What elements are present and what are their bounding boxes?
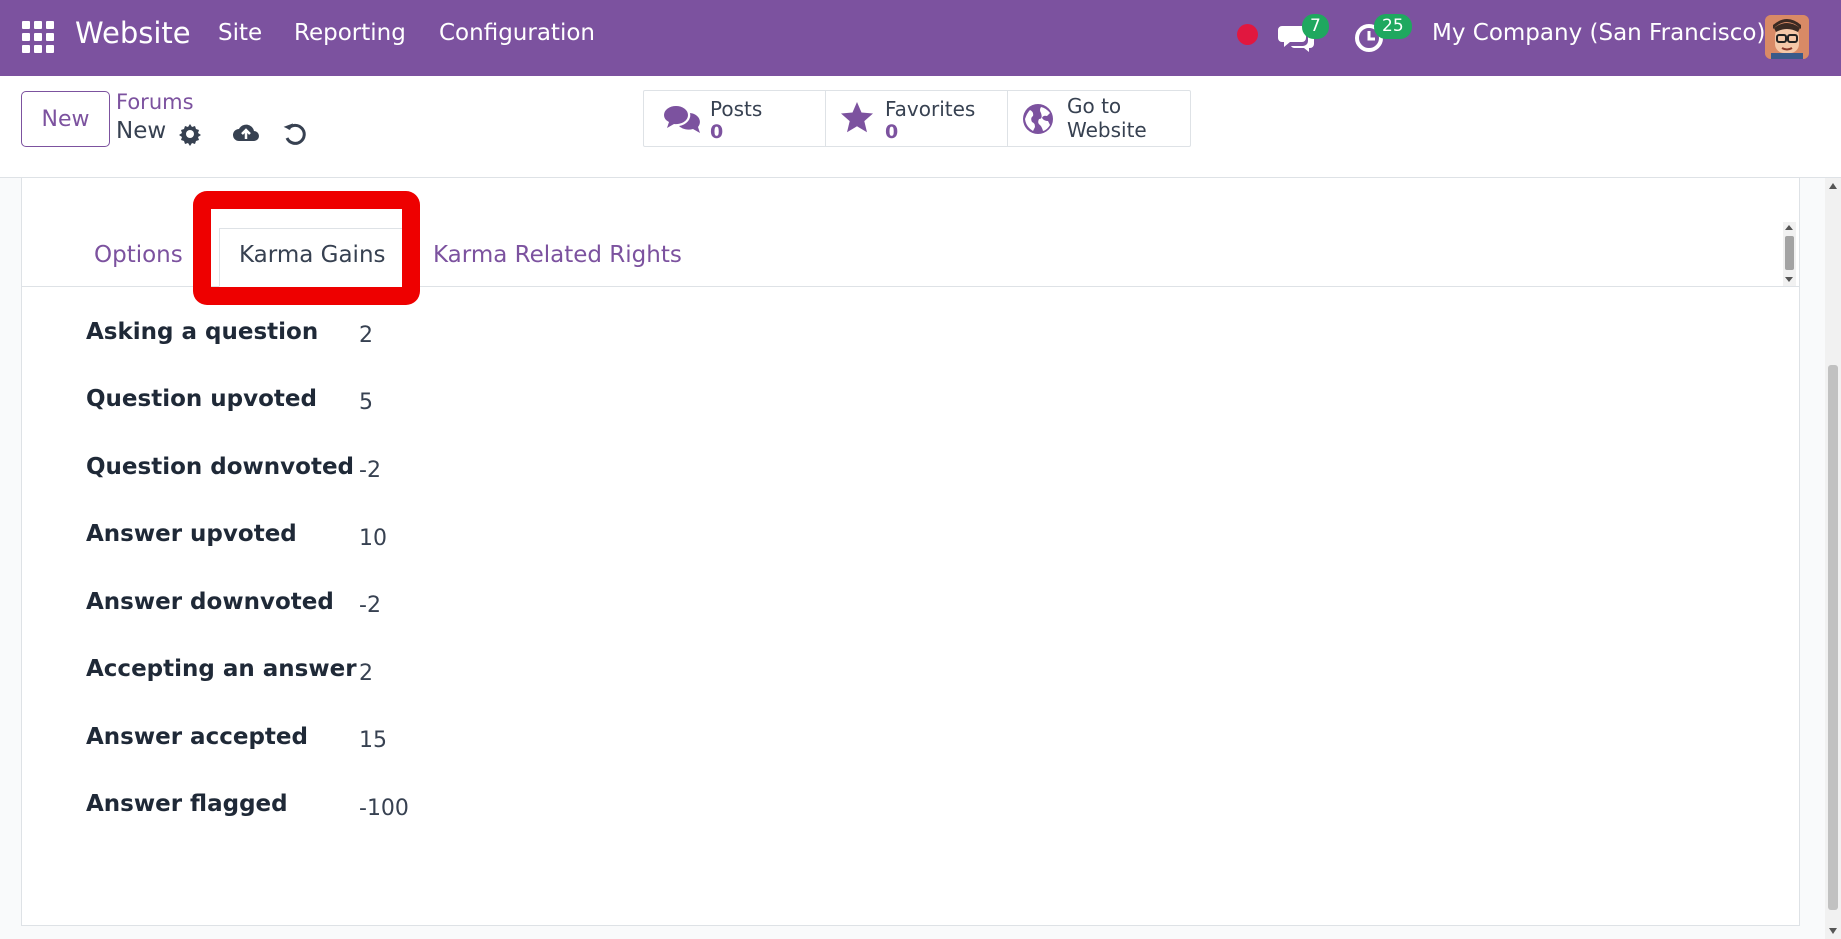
control-panel: New Forums New Posts 0 Favorites 0 Go to… [0,76,1841,178]
activities-badge: 25 [1374,14,1412,39]
tabs-scrollbar-thumb[interactable] [1785,236,1794,270]
field-value-accepting-answer[interactable]: 2 [359,661,373,686]
field-value-asking-question[interactable]: 2 [359,323,373,348]
favorites-label: Favorites [885,97,976,121]
app-name[interactable]: Website [75,16,191,50]
go-to-label: Go to [1067,94,1122,118]
favorites-smart-button[interactable]: Favorites 0 [826,91,1008,146]
field-label-answer-accepted: Answer accepted [86,724,308,750]
field-label-question-upvoted: Question upvoted [86,386,317,412]
field-label-answer-downvoted: Answer downvoted [86,589,334,615]
field-label-question-downvoted: Question downvoted [86,454,355,480]
top-navbar: Website Site Reporting Configuration 7 2… [0,0,1841,76]
globe-icon [1021,102,1055,140]
breadcrumb-forums[interactable]: Forums [116,90,194,114]
scroll-down-arrow-icon[interactable] [1785,277,1793,282]
field-value-answer-upvoted[interactable]: 10 [359,526,387,551]
company-switcher[interactable]: My Company (San Francisco) [1432,20,1765,46]
menu-configuration[interactable]: Configuration [439,20,595,46]
page-scrollbar[interactable] [1825,178,1841,939]
smart-buttons: Posts 0 Favorites 0 Go to Website [643,90,1191,147]
favorites-count: 0 [885,121,899,143]
form-sheet: Options Karma Gains Karma Related Rights… [21,178,1800,926]
new-button[interactable]: New [21,91,110,147]
website-label: Website [1067,118,1147,142]
field-label-accepting-answer: Accepting an answer [86,656,357,682]
menu-reporting[interactable]: Reporting [294,20,406,46]
breadcrumb-current: New [116,118,167,144]
scroll-up-arrow-icon[interactable] [1785,225,1793,230]
posts-count: 0 [710,121,724,143]
tab-karma-gains[interactable]: Karma Gains [239,242,386,268]
posts-label: Posts [710,97,763,121]
field-value-answer-accepted[interactable]: 15 [359,728,387,753]
go-to-website-smart-button[interactable]: Go to Website [1008,91,1190,146]
field-label-answer-upvoted: Answer upvoted [86,521,297,547]
field-value-answer-downvoted[interactable]: -2 [359,593,381,618]
comments-icon [662,103,702,141]
cloud-upload-icon[interactable] [232,121,260,149]
user-avatar[interactable] [1765,15,1809,59]
field-value-answer-flagged[interactable]: -100 [359,796,409,821]
gear-icon[interactable] [178,122,202,150]
field-value-question-downvoted[interactable]: -2 [359,458,381,483]
apps-menu-icon[interactable] [22,21,54,53]
notebook-tabs: Options Karma Gains Karma Related Rights [22,228,1799,287]
discard-undo-icon[interactable] [282,121,308,151]
page-scroll-up-arrow-icon[interactable] [1829,183,1837,189]
tab-options[interactable]: Options [94,242,183,268]
posts-smart-button[interactable]: Posts 0 [644,91,826,146]
star-icon [839,100,875,140]
page-scrollbar-thumb[interactable] [1828,365,1838,910]
tabs-scrollbar[interactable] [1783,222,1796,286]
field-label-answer-flagged: Answer flagged [86,791,288,817]
field-value-question-upvoted[interactable]: 5 [359,390,373,415]
field-label-asking-question: Asking a question [86,319,319,345]
page-scroll-down-arrow-icon[interactable] [1829,928,1837,934]
tab-karma-related-rights[interactable]: Karma Related Rights [433,242,682,268]
messages-badge: 7 [1302,14,1329,39]
menu-site[interactable]: Site [218,20,262,46]
recording-indicator-icon[interactable] [1237,24,1258,45]
